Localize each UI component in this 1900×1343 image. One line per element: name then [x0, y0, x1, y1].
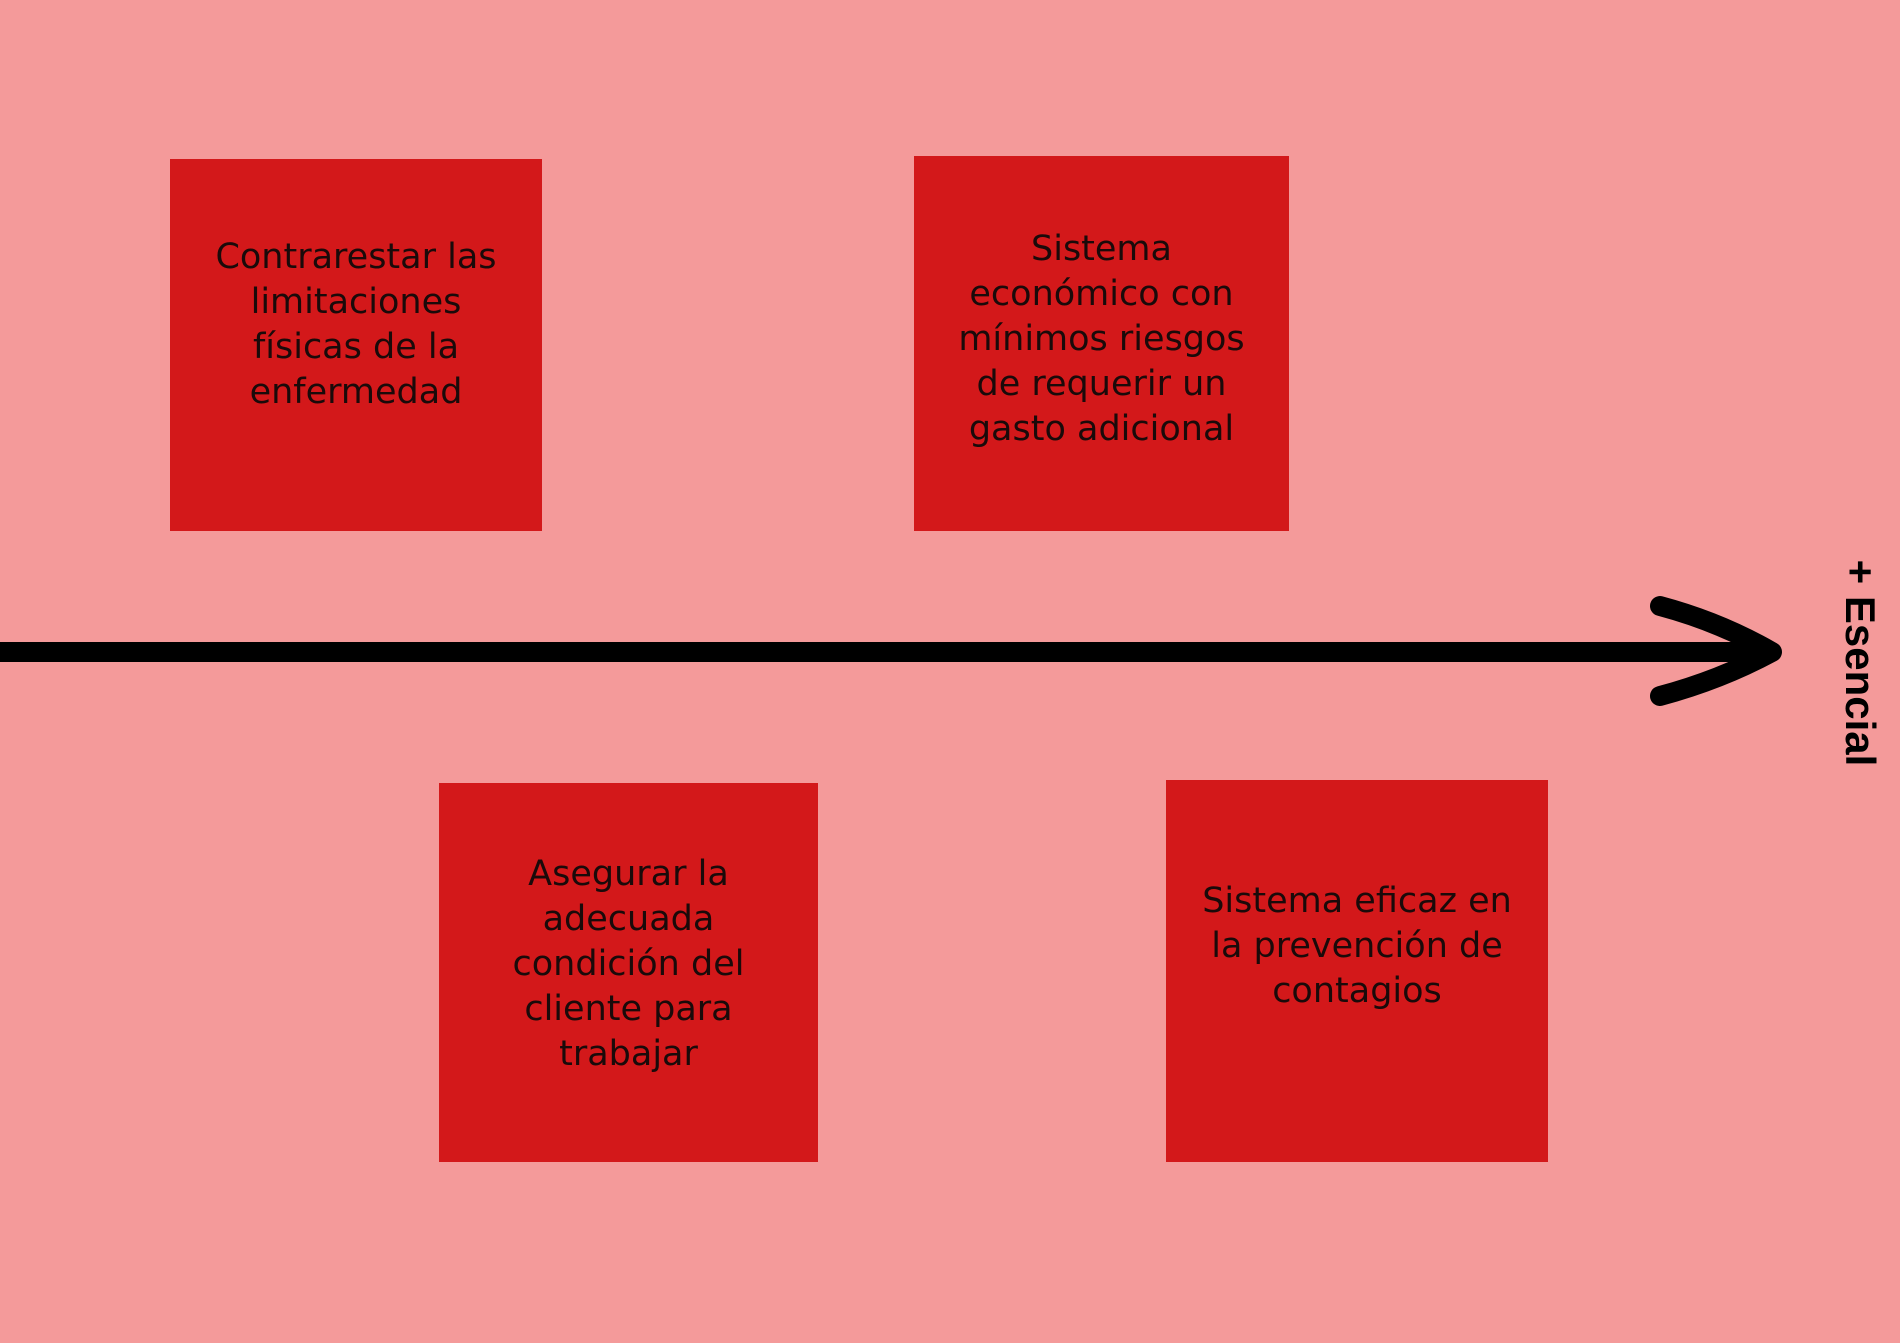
axis-label: + Esencial — [1837, 559, 1884, 767]
axis-arrow-head — [1650, 596, 1782, 706]
diagram-canvas: Contrarestar las limitaciones físicas de… — [0, 0, 1900, 1343]
note-text: Sistema económico con mínimos riesgos de… — [958, 229, 1245, 449]
note-contrarestar-limitaciones: Contrarestar las limitaciones físicas de… — [170, 159, 542, 531]
note-sistema-economico: Sistema económico con mínimos riesgos de… — [914, 156, 1289, 531]
note-asegurar-condicion: Asegurar la adecuada condición del clien… — [439, 783, 818, 1162]
note-text: Contrarestar las limitaciones físicas de… — [215, 237, 497, 412]
note-text: Asegurar la adecuada condición del clien… — [512, 854, 745, 1074]
note-sistema-eficaz: Sistema eficaz en la prevención de conta… — [1166, 780, 1548, 1162]
note-text: Sistema eficaz en la prevención de conta… — [1202, 880, 1512, 1011]
